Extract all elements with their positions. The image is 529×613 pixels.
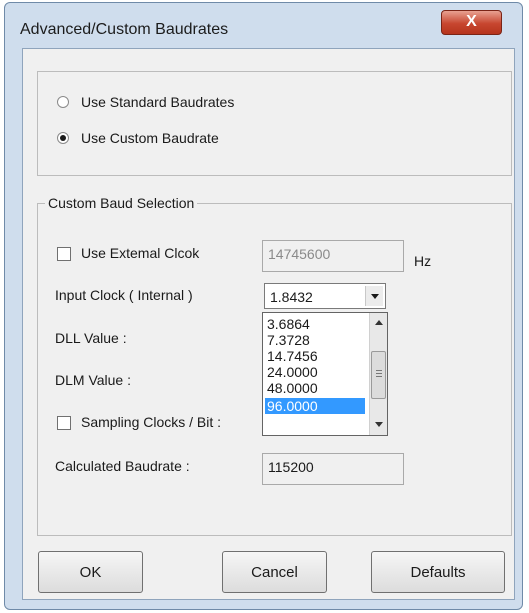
calculated-baudrate-label: Calculated Baudrate : <box>55 458 190 474</box>
dlm-value-label: DLM Value : <box>55 372 131 388</box>
calculated-baudrate-field: 115200 <box>262 453 404 485</box>
input-clock-dropdown-list[interactable]: 3.6864 7.3728 14.7456 24.0000 48.0000 96… <box>262 312 388 436</box>
dropdown-option[interactable]: 3.6864 <box>265 316 365 332</box>
dropdown-option[interactable]: 24.0000 <box>265 364 365 380</box>
window-title: Advanced/Custom Baudrates <box>20 21 229 38</box>
dropdown-option-selected[interactable]: 96.0000 <box>265 398 365 414</box>
input-clock-combobox[interactable]: 1.8432 <box>264 283 386 309</box>
custom-baudrate-label[interactable]: Use Custom Baudrate <box>81 130 219 146</box>
dropdown-option[interactable]: 7.3728 <box>265 332 365 348</box>
dll-value-label: DLL Value : <box>55 330 127 346</box>
sampling-clocks-checkbox[interactable] <box>57 416 71 430</box>
chevron-down-icon[interactable] <box>365 286 383 306</box>
input-clock-label: Input Clock ( Internal ) <box>55 287 193 303</box>
external-clock-checkbox[interactable] <box>57 247 71 261</box>
dropdown-option[interactable]: 48.0000 <box>265 380 365 396</box>
dropdown-option[interactable]: 14.7456 <box>265 348 365 364</box>
hz-unit-label: Hz <box>414 253 432 269</box>
close-icon: X <box>466 13 477 30</box>
scrollbar-thumb[interactable] <box>371 351 386 399</box>
dropdown-scrollbar[interactable] <box>369 313 387 435</box>
external-clock-label[interactable]: Use Extemal Clcok <box>81 245 199 261</box>
sampling-clocks-label[interactable]: Sampling Clocks / Bit : <box>81 414 221 430</box>
scroll-down-icon[interactable] <box>370 416 387 433</box>
scroll-up-icon[interactable] <box>370 314 387 331</box>
ok-button[interactable]: OK <box>38 551 143 593</box>
cancel-button[interactable]: Cancel <box>222 551 327 593</box>
input-clock-selected-value: 1.8432 <box>270 289 313 305</box>
custom-baudrate-radio[interactable] <box>57 132 69 144</box>
standard-baudrates-radio[interactable] <box>57 96 69 108</box>
close-button[interactable]: X <box>441 10 502 35</box>
baudrate-mode-group <box>37 71 512 176</box>
standard-baudrates-label[interactable]: Use Standard Baudrates <box>81 94 234 110</box>
defaults-button[interactable]: Defaults <box>371 551 505 593</box>
custom-baud-selection-label: Custom Baud Selection <box>45 195 198 211</box>
external-clock-input[interactable]: 14745600 <box>262 240 404 272</box>
